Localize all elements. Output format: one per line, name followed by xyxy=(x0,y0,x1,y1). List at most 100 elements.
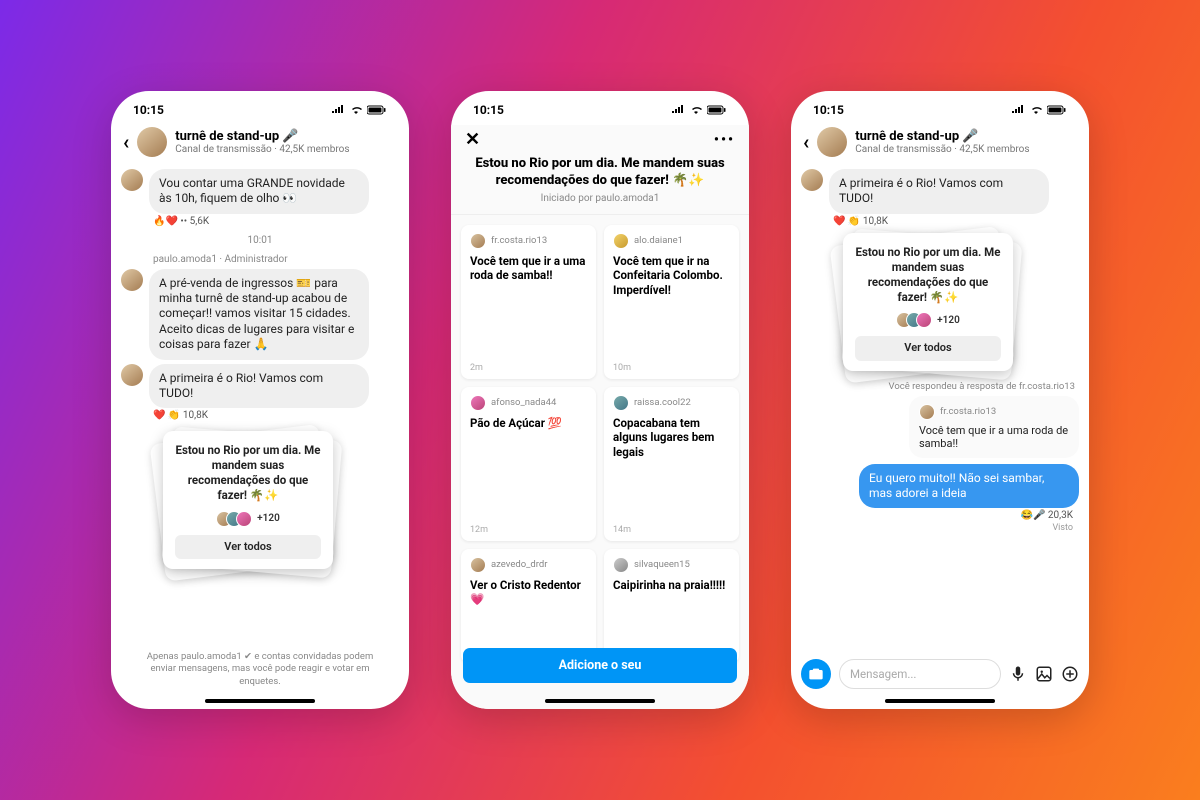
my-message-bubble[interactable]: Eu quero muito!! Não sei sambar, mas ado… xyxy=(859,464,1079,509)
status-bar: 10:15 xyxy=(111,91,409,125)
timestamp: 10:01 xyxy=(121,235,399,246)
message-bubble[interactable]: A primeira é o Rio! Vamos com TUDO! xyxy=(149,364,369,409)
status-time: 10:15 xyxy=(813,103,844,117)
reply-avatar xyxy=(613,557,629,573)
signal-icon xyxy=(671,105,685,115)
prompt-card-title: Estou no Rio por um dia. Me mandem suas … xyxy=(175,443,321,503)
reaction-bar[interactable]: ❤️ 👏 10,8K xyxy=(833,216,1079,227)
battery-icon xyxy=(707,105,727,115)
reply-username: alo.daiane1 xyxy=(634,235,683,246)
reply-card[interactable]: alo.daiane1 Você tem que ir na Confeitar… xyxy=(604,225,739,379)
channel-avatar[interactable] xyxy=(137,127,167,157)
reaction-bar[interactable]: 😂🎤 20,3K xyxy=(801,510,1073,521)
sender-avatar[interactable] xyxy=(801,169,823,191)
reply-card[interactable]: afonso_nada44 Pão de Açúcar 💯 12m xyxy=(461,387,596,541)
status-bar: 10:15 xyxy=(451,91,749,125)
channel-header: ‹ turnê de stand-up 🎤 Canal de transmiss… xyxy=(111,125,409,165)
quoted-text: Você tem que ir a uma roda de samba!! xyxy=(919,424,1069,450)
status-time: 10:15 xyxy=(133,103,164,117)
replies-grid[interactable]: fr.costa.rio13 Você tem que ir a uma rod… xyxy=(451,215,749,709)
see-all-button[interactable]: Ver todos xyxy=(175,535,321,559)
prompt-card[interactable]: Estou no Rio por um dia. Me mandem suas … xyxy=(843,233,1013,371)
quoted-reply[interactable]: fr.costa.rio13 Você tem que ir a uma rod… xyxy=(909,396,1079,458)
wifi-icon xyxy=(349,105,363,115)
back-icon[interactable]: ‹ xyxy=(123,130,129,154)
quoted-username: fr.costa.rio13 xyxy=(940,406,996,417)
prompt-card-stack[interactable]: Estou no Rio por um dia. Me mandem suas … xyxy=(163,431,333,569)
prompt-card-title: Estou no Rio por um dia. Me mandem suas … xyxy=(855,245,1001,305)
image-icon[interactable] xyxy=(1035,665,1053,683)
home-indicator xyxy=(545,699,655,703)
reply-card[interactable]: azevedo_drdr Ver o Cristo Redentor 💗 xyxy=(461,549,596,663)
reply-time: 2m xyxy=(470,363,587,373)
reply-card[interactable]: raissa.cool22 Copacabana tem alguns luga… xyxy=(604,387,739,541)
sender-meta: paulo.amoda1 · Administrador xyxy=(153,254,399,265)
message-bubble[interactable]: Vou contar uma GRANDE novidade às 10h, f… xyxy=(149,169,369,214)
reply-avatar xyxy=(613,395,629,411)
camera-icon xyxy=(808,666,824,682)
reply-username: afonso_nada44 xyxy=(491,397,556,408)
status-indicators xyxy=(671,105,727,115)
phone-channel-feed: 10:15 ‹ turnê de stand-up 🎤 Canal de tra… xyxy=(111,91,409,709)
add-yours-button[interactable]: Adicione o seu xyxy=(463,648,737,683)
wifi-icon xyxy=(689,105,703,115)
reply-username: azevedo_drdr xyxy=(491,559,548,570)
prompt-title: Estou no Rio por um dia. Me mandem suas … xyxy=(465,156,735,190)
message-input[interactable]: Mensagem... xyxy=(839,659,1001,689)
seen-label: Visto xyxy=(801,523,1073,533)
reply-username: raissa.cool22 xyxy=(634,397,691,408)
participant-count: +120 xyxy=(937,314,960,327)
status-indicators xyxy=(1011,105,1067,115)
participant-count: +120 xyxy=(257,512,280,525)
prompt-header: ✕ ••• Estou no Rio por um dia. Me mandem… xyxy=(451,125,749,215)
reply-text: Copacabana tem alguns lugares bem legais xyxy=(613,416,730,521)
see-all-button[interactable]: Ver todos xyxy=(855,336,1001,360)
sender-avatar[interactable] xyxy=(121,269,143,291)
status-indicators xyxy=(331,105,387,115)
reaction-bar[interactable]: ❤️ 👏 10,8K xyxy=(153,410,399,421)
reply-text: Você tem que ir na Confeitaria Colombo. … xyxy=(613,254,730,359)
sender-avatar[interactable] xyxy=(121,364,143,386)
reaction-bar[interactable]: 🔥❤️ •• 5,6K xyxy=(153,216,399,227)
reply-time: 12m xyxy=(470,525,587,535)
back-icon[interactable]: ‹ xyxy=(803,130,809,154)
signal-icon xyxy=(331,105,345,115)
reply-avatar xyxy=(470,395,486,411)
reply-card[interactable]: silvaqueen15 Caipirinha na praia!!!!! xyxy=(604,549,739,663)
wifi-icon xyxy=(1029,105,1043,115)
camera-button[interactable] xyxy=(801,659,831,689)
plus-icon[interactable] xyxy=(1061,665,1079,683)
message-list[interactable]: Vou contar uma GRANDE novidade às 10h, f… xyxy=(111,165,409,643)
reply-username: fr.costa.rio13 xyxy=(491,235,547,246)
prompt-subtitle: Iniciado por paulo.amoda1 xyxy=(465,193,735,204)
quoted-avatar xyxy=(919,404,935,420)
channel-title[interactable]: turnê de stand-up 🎤 xyxy=(175,129,349,144)
reply-avatar xyxy=(470,557,486,573)
status-time: 10:15 xyxy=(473,103,504,117)
prompt-card-stack[interactable]: Estou no Rio por um dia. Me mandem suas … xyxy=(843,233,1013,371)
reply-text: Caipirinha na praia!!!!! xyxy=(613,578,730,657)
sender-avatar[interactable] xyxy=(121,169,143,191)
message-list[interactable]: A primeira é o Rio! Vamos com TUDO! ❤️ 👏… xyxy=(791,165,1089,651)
participant-avatars: +120 xyxy=(175,511,321,527)
participant-avatars: +120 xyxy=(855,312,1001,328)
phone-channel-reply: 10:15 ‹ turnê de stand-up 🎤 Canal de tra… xyxy=(791,91,1089,709)
more-icon[interactable]: ••• xyxy=(714,132,735,148)
prompt-card[interactable]: Estou no Rio por um dia. Me mandem suas … xyxy=(163,431,333,569)
reply-text: Você tem que ir a uma roda de samba!! xyxy=(470,254,587,359)
message-bubble[interactable]: A pré-venda de ingressos 🎫 para minha tu… xyxy=(149,269,369,360)
message-placeholder: Mensagem... xyxy=(850,667,916,681)
reply-card[interactable]: fr.costa.rio13 Você tem que ir a uma rod… xyxy=(461,225,596,379)
reply-context-label: Você respondeu à resposta de fr.costa.ri… xyxy=(801,381,1075,392)
close-icon[interactable]: ✕ xyxy=(465,129,480,150)
message-bubble[interactable]: A primeira é o Rio! Vamos com TUDO! xyxy=(829,169,1049,214)
reply-time: 14m xyxy=(613,525,730,535)
channel-title[interactable]: turnê de stand-up 🎤 xyxy=(855,129,1029,144)
reply-avatar xyxy=(470,233,486,249)
channel-subtitle: Canal de transmissão · 42,5K membros xyxy=(175,144,349,155)
home-indicator xyxy=(885,699,995,703)
channel-header: ‹ turnê de stand-up 🎤 Canal de transmiss… xyxy=(791,125,1089,165)
channel-avatar[interactable] xyxy=(817,127,847,157)
reply-text: Ver o Cristo Redentor 💗 xyxy=(470,578,587,657)
mic-icon[interactable] xyxy=(1009,665,1027,683)
